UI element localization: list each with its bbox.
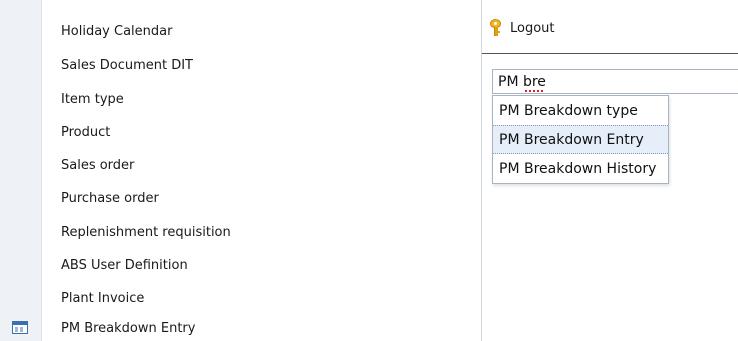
menu-item-holiday-calendar[interactable]: Holiday Calendar xyxy=(42,14,480,48)
menu-item-label: Holiday Calendar xyxy=(61,23,173,39)
menu-list: Holiday Calendar Sales Document DIT Item… xyxy=(42,0,480,341)
header-divider xyxy=(482,53,738,54)
autocomplete-dropdown: PM Breakdown type PM Breakdown Entry PM … xyxy=(492,95,669,184)
logout-button[interactable]: Logout xyxy=(488,18,555,38)
menu-item-label: PM Breakdown Entry xyxy=(61,320,196,336)
menu-item-abs-user-definition[interactable]: ABS User Definition xyxy=(42,248,480,282)
left-gutter xyxy=(0,0,42,341)
menu-item-sales-document-dit[interactable]: Sales Document DIT xyxy=(42,48,480,82)
menu-item-sales-order[interactable]: Sales order xyxy=(42,148,480,182)
menu-item-product[interactable]: Product xyxy=(42,115,480,149)
menu-item-label: Product xyxy=(61,124,111,140)
menu-item-label: ABS User Definition xyxy=(61,257,188,273)
key-icon xyxy=(488,19,504,37)
menu-item-label: Replenishment requisition xyxy=(61,224,231,240)
menu-item-label: Purchase order xyxy=(61,190,159,206)
spellcheck-underline xyxy=(525,90,545,92)
menu-item-purchase-order[interactable]: Purchase order xyxy=(42,181,480,215)
app-window: Holiday Calendar Sales Document DIT Item… xyxy=(0,0,738,341)
suggestion-pm-breakdown-entry[interactable]: PM Breakdown Entry xyxy=(493,125,668,154)
table-icon[interactable] xyxy=(12,321,28,334)
menu-item-label: Item type xyxy=(61,91,124,107)
menu-item-label: Sales order xyxy=(61,157,135,173)
menu-item-label: Plant Invoice xyxy=(61,290,145,306)
logout-label: Logout xyxy=(510,20,555,36)
menu-item-plant-invoice[interactable]: Plant Invoice xyxy=(42,281,480,315)
menu-item-replenishment-requisition[interactable]: Replenishment requisition xyxy=(42,215,480,249)
suggestion-pm-breakdown-history[interactable]: PM Breakdown History xyxy=(493,154,668,183)
menu-item-item-type[interactable]: Item type xyxy=(42,82,480,116)
menu-item-pm-breakdown-entry[interactable]: PM Breakdown Entry xyxy=(42,311,480,341)
suggestion-pm-breakdown-type[interactable]: PM Breakdown type xyxy=(493,96,668,125)
right-panel: Logout PM Breakdown type PM Breakdown En… xyxy=(482,0,738,341)
menu-item-label: Sales Document DIT xyxy=(61,57,193,73)
